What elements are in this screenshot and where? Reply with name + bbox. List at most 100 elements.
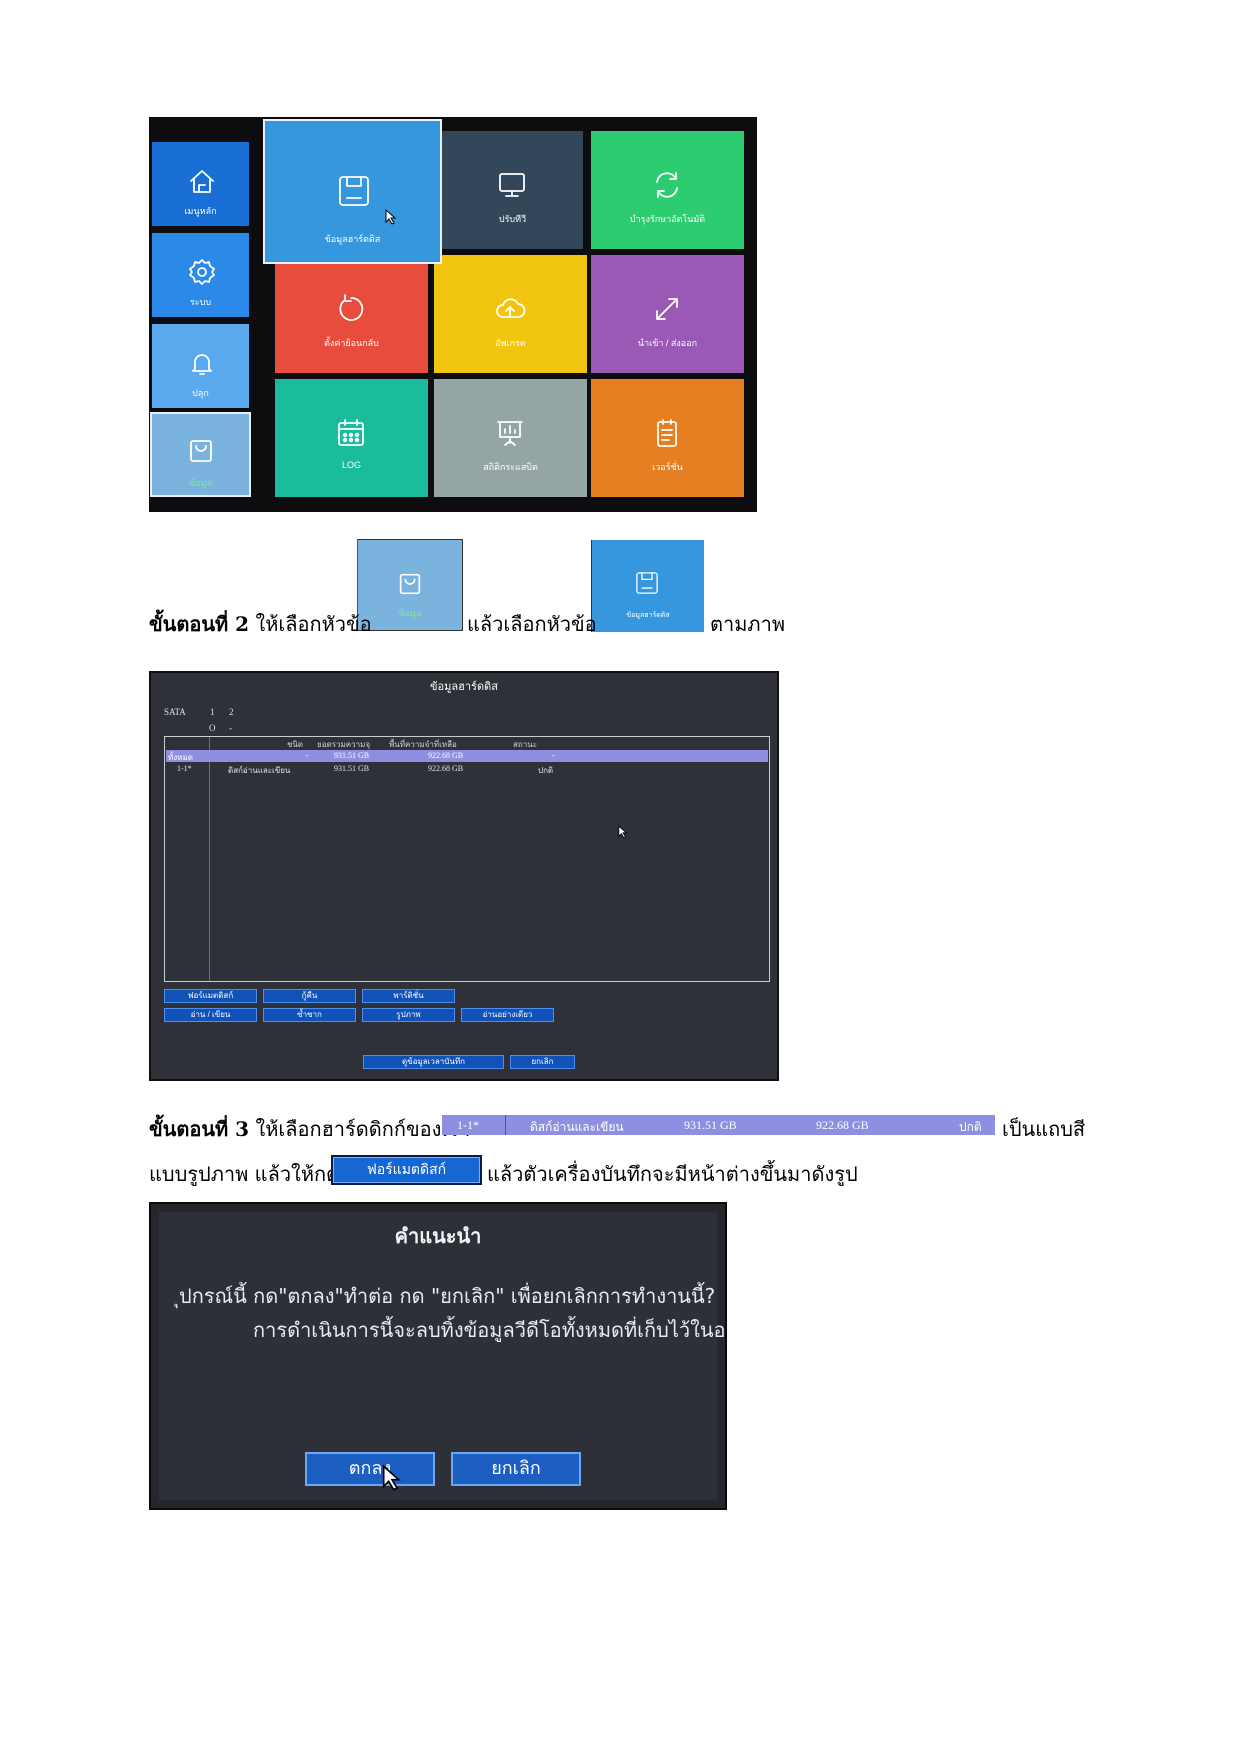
row-status: -	[552, 751, 555, 760]
step3-heading: ขั้นตอนที่ 3	[149, 1117, 250, 1141]
dialog-body: คำแนะนำ ุปกรณ์นี้ กด"ตกลง"ทำต่อ กด "ยกเล…	[159, 1212, 726, 1500]
sidebar-item-label: ระบบ	[189, 297, 212, 307]
step2-heading: ขั้นตอนที่ 2	[149, 612, 250, 636]
tile-hdd-info[interactable]: ข้อมูลฮาร์ดดิส	[263, 119, 442, 264]
read-only-button[interactable]: อ่านอย่างเดียว	[461, 1008, 554, 1022]
redundant-button[interactable]: ซ้ำซาก	[263, 1008, 356, 1022]
tile-label: เวอร์ชั่น	[652, 462, 683, 472]
cancel-button[interactable]: ยกเลิก	[510, 1055, 575, 1069]
hdd-table: ชนิด ยอดรวมความจุ พื้นที่ความจำที่เหลือ …	[164, 736, 770, 982]
dialog-message-line2: การดำเนินการนี้จะลบทิ้งข้อมูลวีดีโอทั้งห…	[253, 1318, 726, 1342]
home-icon	[187, 166, 217, 196]
notes-icon	[651, 417, 683, 449]
strip-id: 1-1*	[457, 1118, 479, 1132]
save-disk-icon	[336, 173, 369, 206]
step3-line2-a: แบบรูปภาพ แล้วให้กด	[149, 1162, 340, 1186]
tile-label: ปรับทีวี	[498, 214, 527, 224]
tile-log[interactable]: LOG	[275, 379, 428, 497]
tile-version[interactable]: เวอร์ชั่น	[591, 379, 744, 497]
shopping-bag-icon	[396, 570, 424, 603]
tile-label: นำเข้า / ส่งออก	[637, 338, 698, 348]
sidebar-item-system[interactable]: ระบบ	[152, 233, 249, 317]
sata-status: O	[209, 723, 216, 733]
sata-label: SATA	[164, 707, 186, 717]
calendar-icon	[335, 417, 367, 449]
step3-text-b: เป็นแถบสี	[1002, 1117, 1086, 1141]
sidebar-item-main-menu[interactable]: เมนูหลัก	[152, 142, 249, 226]
tile-label: ตั้งค่าย้อนกลับ	[324, 338, 379, 348]
confirm-dialog-screenshot: คำแนะนำ ุปกรณ์นี้ กด"ตกลง"ทำต่อ กด "ยกเล…	[149, 1202, 727, 1510]
thumb-label: ข้อมูล	[398, 608, 422, 618]
row-type: ดิสก์อ่านและเขียน	[228, 766, 291, 775]
sata-port: 1	[210, 707, 215, 717]
dialog-message-line1: ุปกรณ์นี้ กด"ตกลง"ทำต่อ กด "ยกเลิก" เพื่…	[179, 1284, 716, 1308]
tile-label: ข้อมูลฮาร์ดดิส	[324, 234, 381, 244]
view-record-time-button[interactable]: ดูข้อมูลเวลาบันทึก	[363, 1055, 504, 1069]
step3-text-a: ให้เลือกฮาร์ดดิกก์ของเรา	[255, 1117, 471, 1141]
strip-divider	[505, 1115, 506, 1135]
strip-free: 922.68 GB	[816, 1118, 869, 1132]
selected-disk-strip: 1-1* ดิสก์อ่านและเขียน 931.51 GB 922.68 …	[442, 1115, 995, 1135]
tile-auto-maintenance[interactable]: บำรุงรักษาอัตโนมัติ	[591, 131, 744, 249]
step3-text: ขั้นตอนที่ 3 ให้เลือกฮาร์ดดิกก์ของเรา	[149, 1117, 470, 1141]
read-write-button[interactable]: อ่าน / เขียน	[164, 1008, 257, 1022]
row-free: 922.68 GB	[428, 764, 464, 773]
save-disk-icon	[634, 570, 660, 601]
row-total: 931.51 GB	[334, 764, 370, 773]
sidebar-item-alarm[interactable]: ปลุก	[152, 324, 249, 408]
tile-label: LOG	[341, 460, 361, 470]
sidebar-item-label: ปลุก	[192, 388, 209, 398]
row-total: -	[306, 751, 309, 760]
step2-text-a: ให้เลือกหัวข้อ	[255, 612, 372, 636]
row-id: 1-1*	[177, 764, 192, 773]
tile-import-export[interactable]: นำเข้า / ส่งออก	[591, 255, 744, 373]
sata-status: -	[229, 723, 232, 733]
tile-label: สถิติกระแสบิต	[483, 462, 538, 472]
cursor-icon	[618, 825, 628, 844]
tile-bitrate-stats[interactable]: สถิติกระแสบิต	[434, 379, 587, 497]
dialog-title: ข้อมูลฮาร์ดดิส	[430, 681, 498, 693]
strip-type: ดิสก์อ่านและเขียน	[530, 1120, 624, 1134]
tile-reset[interactable]: ตั้งค่าย้อนกลับ	[275, 255, 428, 373]
expand-icon	[651, 293, 683, 325]
tile-tv-adjust[interactable]: ปรับทีวี	[442, 131, 583, 249]
thumb-hdd-tile: ข้อมูลฮาร์ดดิส	[591, 540, 704, 632]
tile-upgrade[interactable]: อัพเกรด	[434, 255, 587, 373]
thumb-label: ข้อมูลฮาร์ดดิส	[626, 612, 670, 619]
monitor-icon	[496, 169, 528, 201]
table-row[interactable]: ทั้งหมด - 931.51 GB 922.68 GB -	[166, 750, 768, 762]
sidebar-item-label: ข้อมูล	[188, 478, 212, 488]
row-free: 922.68 GB	[428, 751, 464, 760]
step2-text-c: ตามภาพ	[710, 612, 785, 636]
cloud-upload-icon	[494, 293, 526, 325]
bell-icon	[187, 348, 217, 378]
sidebar-item-info[interactable]: ข้อมูล	[150, 412, 251, 497]
format-disk-button-image: ฟอร์แมตดิสก์	[331, 1155, 482, 1185]
table-row[interactable]: 1-1* ดิสก์อ่านและเขียน 931.51 GB 922.68 …	[166, 763, 768, 775]
format-disk-label: ฟอร์แมตดิสก์	[333, 1157, 480, 1183]
presentation-icon	[494, 417, 526, 449]
refresh-icon	[651, 169, 683, 201]
row-status: ปกติ	[538, 766, 554, 775]
tile-label: อัพเกรด	[495, 338, 526, 348]
sata-port: 2	[229, 707, 234, 717]
step2-text-b: แล้วเลือกหัวข้อ	[467, 612, 597, 636]
format-disk-button[interactable]: ฟอร์แมตดิสก์	[164, 989, 257, 1003]
step2-text: ขั้นตอนที่ 2 ให้เลือกหัวข้อ	[149, 612, 372, 636]
sidebar-item-label: เมนูหลัก	[184, 206, 217, 216]
recover-button[interactable]: กู้คืน	[263, 989, 356, 1003]
dialog-title: คำแนะนำ	[394, 1224, 482, 1248]
cursor-icon	[385, 208, 397, 225]
cancel-button[interactable]: ยกเลิก	[451, 1452, 581, 1486]
ok-button[interactable]: ตกลง	[305, 1452, 435, 1486]
row-total: 931.51 GB	[334, 751, 370, 760]
hdd-info-screenshot: ข้อมูลฮาร์ดดิส SATA 1 2 O - ชนิด ยอดรวมค…	[149, 671, 779, 1081]
shopping-bag-icon	[186, 436, 216, 466]
snapshot-button[interactable]: รูปภาพ	[362, 1008, 455, 1022]
strip-status: ปกติ	[959, 1120, 982, 1134]
main-menu-screenshot: เมนูหลัก ระบบ ปลุก ข้อมูล ข้อมูลฮาร์ดดิส…	[149, 117, 757, 512]
strip-total: 931.51 GB	[684, 1118, 737, 1132]
step3-line2-b: แล้วตัวเครื่องบันทึกจะมีหน้าต่างขึ้นมาดั…	[487, 1162, 858, 1186]
thumb-info-tile: ข้อมูล	[357, 539, 463, 631]
partition-button[interactable]: พาร์ติชั่น	[362, 989, 455, 1003]
